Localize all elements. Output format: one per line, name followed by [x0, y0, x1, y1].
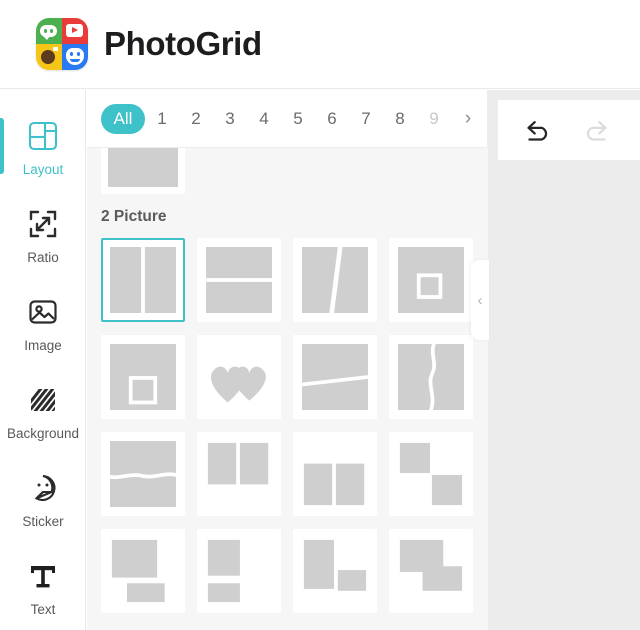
logo-cell-camera-icon [36, 44, 62, 70]
layout-picker-panel: All 1 2 3 4 5 6 7 8 9 › 2 Picture [87, 90, 488, 630]
tab-9[interactable]: 9 [417, 104, 451, 134]
left-sidebar: Layout Ratio Image Background Sticker Te… [0, 90, 86, 630]
layout-thumb-picture-in-picture-center[interactable] [389, 238, 473, 322]
sticker-icon [27, 468, 59, 508]
logo-cell-speech-bubble-icon [36, 18, 62, 44]
tab-8[interactable]: 8 [383, 104, 417, 134]
partial-layout-row [87, 148, 488, 194]
tab-6[interactable]: 6 [315, 104, 349, 134]
tab-7[interactable]: 7 [349, 104, 383, 134]
layout-scroll-area[interactable]: 2 Picture [87, 148, 488, 630]
image-icon [27, 292, 59, 332]
layout-thumb-overlap-step-pair[interactable] [389, 529, 473, 613]
sidebar-item-layout[interactable]: Layout [0, 102, 86, 190]
section-title-2-picture: 2 Picture [101, 208, 167, 225]
layout-thumb-double-heart-shape[interactable] [197, 335, 281, 419]
sidebar-item-label: Text [30, 601, 56, 617]
layout-row-1 [87, 238, 488, 322]
chevron-right-icon[interactable]: › [451, 104, 485, 134]
picture-count-tabbar: All 1 2 3 4 5 6 7 8 9 › [87, 90, 487, 148]
app-header: PhotoGrid [0, 0, 640, 89]
sidebar-item-text[interactable]: Text [0, 542, 86, 630]
logo-cell-play-icon [62, 18, 88, 44]
ratio-icon [27, 204, 59, 244]
layout-thumb-torn-horizontal-split[interactable] [101, 432, 185, 516]
layout-thumb-torn-vertical-split[interactable] [389, 335, 473, 419]
sidebar-item-label: Ratio [27, 249, 59, 265]
thumb-partial-above[interactable] [101, 148, 185, 194]
layout-thumb-staggered-diagonal-pair[interactable] [389, 432, 473, 516]
panel-collapse-handle[interactable]: ‹ [471, 260, 489, 340]
layout-row-3 [87, 432, 488, 516]
redo-icon [586, 121, 607, 141]
layout-thumb-picture-in-picture-lower-left[interactable] [101, 335, 185, 419]
layout-thumb-slanted-horizontal-split[interactable] [293, 335, 377, 419]
text-icon [27, 556, 59, 596]
right-panel: ‹ [471, 90, 640, 630]
layout-thumb-tall-left-small-right[interactable] [293, 529, 377, 613]
tab-5[interactable]: 5 [281, 104, 315, 134]
history-toolbar [498, 100, 640, 160]
sidebar-item-label: Layout [22, 161, 64, 177]
tab-4[interactable]: 4 [247, 104, 281, 134]
layout-row-4 [87, 529, 488, 613]
layout-thumb-wide-top-small-bottom[interactable] [101, 529, 185, 613]
background-icon [27, 380, 59, 420]
tab-1[interactable]: 1 [145, 104, 179, 134]
undo-icon[interactable] [524, 117, 554, 143]
sidebar-item-image[interactable]: Image [0, 278, 86, 366]
layout-thumb-square-top-bar-bottom[interactable] [197, 529, 281, 613]
layout-thumb-two-panels-bottom-aligned[interactable] [293, 432, 377, 516]
layout-row-2 [87, 335, 488, 419]
sidebar-item-sticker[interactable]: Sticker [0, 454, 86, 542]
brand: PhotoGrid [36, 18, 262, 70]
app-title: PhotoGrid [104, 25, 262, 62]
layout-thumb-two-column-vertical-split[interactable] [101, 238, 185, 322]
sidebar-item-label: Image [24, 337, 62, 353]
logo-cell-smiley-icon [62, 44, 88, 70]
sidebar-item-label: Sticker [22, 513, 64, 529]
tab-3[interactable]: 3 [213, 104, 247, 134]
layout-icon [27, 116, 59, 156]
photogrid-logo-icon [36, 18, 88, 70]
layout-thumb-diagonal-vertical-split[interactable] [293, 238, 377, 322]
sidebar-item-ratio[interactable]: Ratio [0, 190, 86, 278]
tab-all[interactable]: All [101, 103, 145, 134]
chevron-left-icon: ‹ [477, 291, 483, 309]
sidebar-item-background[interactable]: Background [0, 366, 86, 454]
layout-thumb-two-row-horizontal-split[interactable] [197, 238, 281, 322]
sidebar-item-label: Background [6, 425, 80, 441]
layout-thumb-two-panels-top-aligned[interactable] [197, 432, 281, 516]
photogrid-editor: PhotoGrid Layout Ratio Image Background … [0, 0, 640, 630]
tab-2[interactable]: 2 [179, 104, 213, 134]
